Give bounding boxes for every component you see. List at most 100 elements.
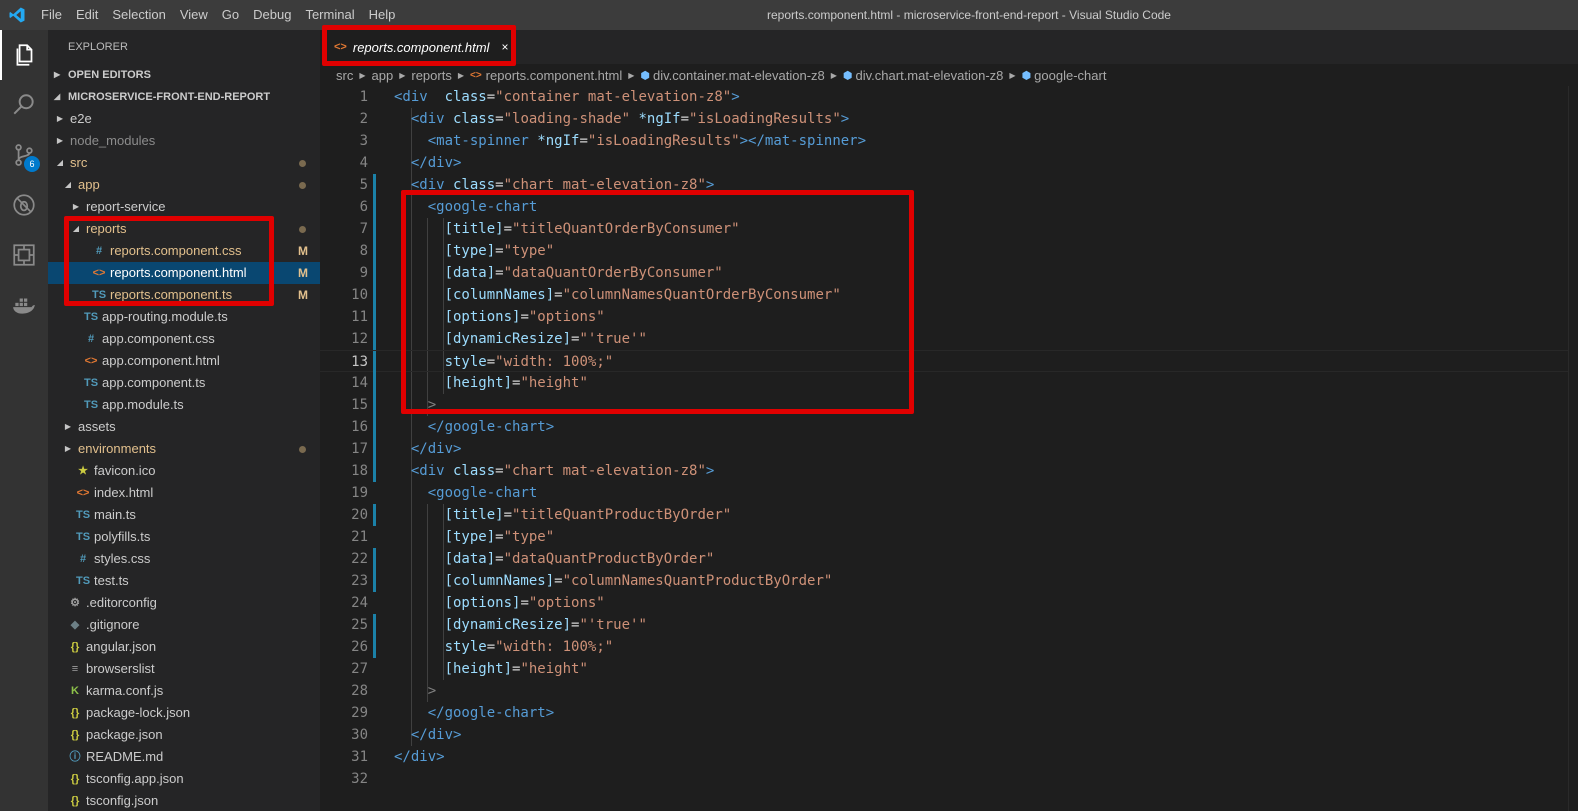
breadcrumb-item[interactable]: reports.component.html <box>486 68 623 83</box>
tree-file[interactable]: ◆ .gitignore <box>48 614 320 636</box>
code-text: [type]="type" <box>444 529 555 545</box>
debug-icon[interactable] <box>0 180 48 230</box>
menu-terminal[interactable]: Terminal <box>298 0 361 30</box>
tree-file[interactable]: ★ favicon.ico <box>48 460 320 482</box>
tree-folder[interactable]: ▶ assets <box>48 416 320 438</box>
line-number: 2 <box>359 111 368 127</box>
project-label: MICROSERVICE-FRONT-END-REPORT <box>68 91 271 103</box>
close-icon[interactable]: × <box>501 40 508 54</box>
symbol-element-icon: ⬢ <box>842 69 853 82</box>
tree-file[interactable]: TS main.ts <box>48 504 320 526</box>
gutter-modified-marker <box>373 306 376 328</box>
explorer-title: EXPLORER <box>68 41 128 53</box>
line-number: 28 <box>351 683 368 699</box>
code-line: 26 style="width: 100%;" <box>320 636 1568 658</box>
menu-view[interactable]: View <box>173 0 215 30</box>
menu-selection[interactable]: Selection <box>105 0 172 30</box>
tree-file[interactable]: TS app-routing.module.ts <box>48 306 320 328</box>
tree-folder[interactable]: ▶ environments <box>48 438 320 460</box>
breadcrumb-item[interactable]: div.container.mat-elevation-z8 <box>653 68 825 83</box>
tree-folder[interactable]: ▶ node_modules <box>48 130 320 152</box>
tree-file[interactable]: {} angular.json <box>48 636 320 658</box>
tree-item-label: e2e <box>70 111 92 126</box>
tree-folder[interactable]: ▶ report-service <box>48 196 320 218</box>
search-icon[interactable] <box>0 80 48 130</box>
line-number: 8 <box>359 243 368 259</box>
tree-item-label: main.ts <box>94 507 136 522</box>
tree-file[interactable]: TS polyfills.ts <box>48 526 320 548</box>
tree-file[interactable]: TS app.module.ts <box>48 394 320 416</box>
line-number: 25 <box>351 617 368 633</box>
gutter-modified-marker <box>373 262 376 284</box>
tree-file[interactable]: TS app.component.ts <box>48 372 320 394</box>
tree-file[interactable]: ≡ browserslist <box>48 658 320 680</box>
tree-file[interactable]: # styles.css <box>48 548 320 570</box>
breadcrumb-item[interactable]: app <box>372 68 394 83</box>
files-icon[interactable] <box>0 30 48 80</box>
tree-item-label: reports.component.css <box>110 243 242 258</box>
tree-folder[interactable]: ▶ e2e <box>48 108 320 130</box>
docker-icon[interactable] <box>0 280 48 330</box>
tree-file[interactable]: ⓘ README.md <box>48 746 320 768</box>
tree-file[interactable]: {} package-lock.json <box>48 702 320 724</box>
line-number: 6 <box>359 199 368 215</box>
tree-file[interactable]: {} tsconfig.json <box>48 790 320 811</box>
tree-file[interactable]: <> reports.component.html M <box>48 262 320 284</box>
line-number: 32 <box>351 771 368 787</box>
tree-file[interactable]: # reports.component.css M <box>48 240 320 262</box>
gutter-modified-marker <box>373 416 376 438</box>
file-type-icon: TS <box>75 575 91 587</box>
tree-file[interactable]: {} package.json <box>48 724 320 746</box>
breadcrumb-item[interactable]: div.chart.mat-elevation-z8 <box>856 68 1004 83</box>
code-text: [data]="dataQuantProductByOrder" <box>444 551 715 567</box>
source-control-icon[interactable]: 6 <box>0 130 48 180</box>
extensions-icon[interactable] <box>0 230 48 280</box>
open-editors-header[interactable]: ▶ OPEN EDITORS <box>48 64 320 86</box>
code-text: > <box>427 397 437 413</box>
code-text: <div class="chart mat-elevation-z8"> <box>410 463 715 479</box>
tree-file[interactable]: ⚙ .editorconfig <box>48 592 320 614</box>
project-header[interactable]: ◢ MICROSERVICE-FRONT-END-REPORT <box>48 86 320 108</box>
chevron-right-icon: ▶ <box>457 70 464 80</box>
menu-go[interactable]: Go <box>215 0 246 30</box>
chevron-right-icon: ▶ <box>399 70 406 80</box>
breadcrumb-item[interactable]: reports <box>411 68 451 83</box>
code-text: <google-chart <box>427 485 538 501</box>
vscode-logo-icon[interactable] <box>0 0 34 30</box>
tree-folder[interactable]: ◢ src <box>48 152 320 174</box>
breadcrumb-item[interactable]: src <box>336 68 353 83</box>
code-text: [dynamicResize]="'true'" <box>444 331 647 347</box>
code-text: <mat-spinner *ngIf="isLoadingResults"></… <box>427 133 867 149</box>
tree-file[interactable]: TS test.ts <box>48 570 320 592</box>
tree-item-label: test.ts <box>94 573 129 588</box>
tree-file[interactable]: Kkarma.conf.js <box>48 680 320 702</box>
vertical-scrollbar[interactable] <box>1568 86 1578 811</box>
line-number: 4 <box>359 155 368 171</box>
tree-file[interactable]: <> app.component.html <box>48 350 320 372</box>
code-line: 17 </div> <box>320 438 1568 460</box>
code-line: 2 <div class="loading-shade" *ngIf="isLo… <box>320 108 1568 130</box>
tab-reports-component-html[interactable]: <> reports.component.html × <box>320 30 516 64</box>
menu-file[interactable]: File <box>34 0 69 30</box>
line-number: 11 <box>351 309 368 325</box>
tree-file[interactable]: # app.component.css <box>48 328 320 350</box>
file-type-icon: ◆ <box>70 619 80 631</box>
menu-edit[interactable]: Edit <box>69 0 105 30</box>
tree-item-label: tsconfig.json <box>86 793 159 808</box>
code-editor[interactable]: 1 <div class="container mat-elevation-z8"… <box>320 86 1568 811</box>
tree-file[interactable]: <> index.html <box>48 482 320 504</box>
file-type-icon: <> <box>76 487 90 499</box>
file-type-icon: # <box>95 245 103 257</box>
breadcrumb-item[interactable]: google-chart <box>1034 68 1106 83</box>
tree-folder[interactable]: ◢ reports <box>48 218 320 240</box>
code-text: <div class="chart mat-elevation-z8"> <box>410 177 715 193</box>
menu-help[interactable]: Help <box>362 0 403 30</box>
menu-bar: File Edit Selection View Go Debug Terminal Help <box>34 0 402 30</box>
tree-folder[interactable]: ◢ app <box>48 174 320 196</box>
code-text: style="width: 100%;" <box>444 354 614 370</box>
tree-file[interactable]: {} tsconfig.app.json <box>48 768 320 790</box>
tree-file[interactable]: TS reports.component.ts M <box>48 284 320 306</box>
menu-debug[interactable]: Debug <box>246 0 298 30</box>
file-type-icon: # <box>79 553 87 565</box>
code-line: 9 [data]="dataQuantOrderByConsumer" <box>320 262 1568 284</box>
